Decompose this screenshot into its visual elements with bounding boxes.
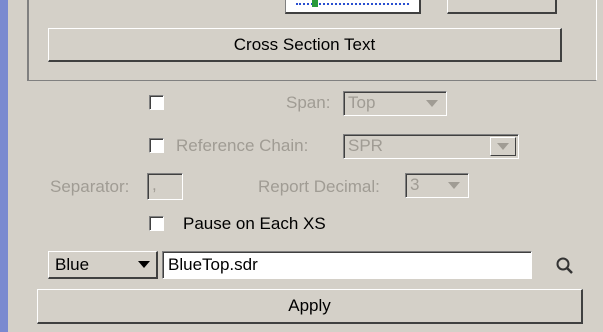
- separator-field[interactable]: ,: [147, 173, 183, 200]
- reference-chain-dropdown-arrow[interactable]: [490, 137, 516, 156]
- report-decimal-select[interactable]: 3: [405, 173, 469, 198]
- report-decimal-dropdown-arrow[interactable]: [448, 182, 460, 189]
- reference-chain-select[interactable]: SPR: [343, 134, 519, 159]
- apply-label: Apply: [288, 296, 331, 315]
- report-decimal-label: Report Decimal:: [258, 177, 380, 196]
- chevron-down-icon[interactable]: [138, 261, 150, 268]
- reference-chain-value: SPR: [348, 136, 383, 155]
- cross-section-text-button[interactable]: Cross Section Text: [48, 28, 562, 62]
- color-select[interactable]: Blue: [48, 251, 158, 279]
- pause-checkbox[interactable]: [149, 216, 164, 231]
- window-edge-strip: [0, 0, 8, 332]
- span-checkbox[interactable]: [149, 95, 164, 110]
- separator-label: Separator:: [50, 177, 130, 196]
- reference-chain-checkbox[interactable]: [149, 138, 164, 153]
- cross-section-text-label: Cross Section Text: [233, 34, 376, 54]
- preview-field[interactable]: [285, 0, 421, 14]
- apply-button[interactable]: Apply: [37, 289, 583, 324]
- file-name-field[interactable]: BlueTop.sdr: [162, 251, 532, 279]
- top-right-button[interactable]: [447, 0, 557, 14]
- color-select-value: Blue: [55, 254, 90, 274]
- span-select[interactable]: Top: [343, 91, 447, 116]
- pause-label: Pause on Each XS: [183, 214, 326, 233]
- report-decimal-value: 3: [410, 175, 420, 194]
- preview-marker: [312, 0, 318, 7]
- reference-chain-label: Reference Chain:: [176, 136, 309, 155]
- separator-value: ,: [152, 175, 157, 194]
- span-value: Top: [348, 93, 376, 112]
- span-dropdown-arrow[interactable]: [426, 100, 438, 107]
- magnifier-icon[interactable]: [555, 256, 575, 276]
- span-label: Span:: [286, 93, 331, 112]
